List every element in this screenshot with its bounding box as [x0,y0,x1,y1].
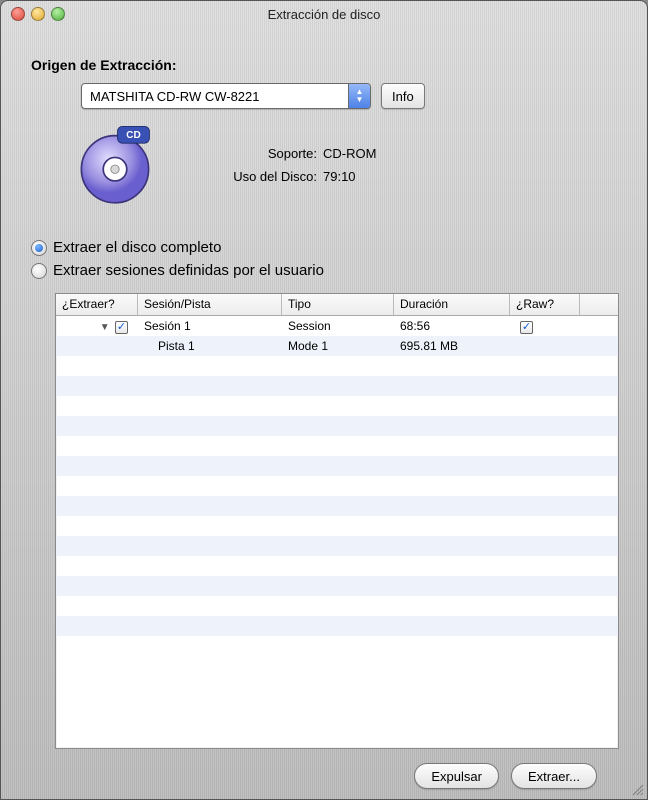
usage-label: Uso del Disco: [197,169,317,184]
table-row-empty [56,376,618,396]
window-title: Extracción de disco [9,7,639,22]
th-session[interactable]: Sesión/Pista [138,294,282,315]
radio-user-sessions[interactable]: Extraer sesiones definidas por el usuari… [31,262,617,279]
table-row-empty [56,556,618,576]
zoom-button[interactable] [51,7,65,21]
radio-user-label: Extraer sesiones definidas por el usuari… [53,262,324,279]
table-row-empty [56,456,618,476]
table-row[interactable]: ▼ ✓ Sesión 1Session68:56 ✓ [56,316,618,336]
support-label: Soporte: [197,146,317,161]
th-raw[interactable]: ¿Raw? [510,294,580,315]
table-row[interactable]: Pista 1Mode 1695.81 MB [56,336,618,356]
table-row-empty [56,416,618,436]
usage-value: 79:10 [323,169,356,184]
minimize-button[interactable] [31,7,45,21]
media-info: Soporte: CD-ROM Uso del Disco: 79:10 [197,146,376,184]
support-value: CD-ROM [323,146,376,161]
disclosure-triangle-icon[interactable]: ▼ [100,322,110,333]
cell-type: Session [282,319,394,333]
sessions-table: ¿Extraer? Sesión/Pista Tipo Duración ¿Ra… [55,293,619,749]
cd-icon: CD [73,123,157,207]
traffic-lights [11,7,65,21]
source-section-label: Origen de Extracción: [31,57,617,73]
table-row-empty [56,396,618,416]
th-duration[interactable]: Duración [394,294,510,315]
table-row-empty [56,616,618,636]
table-row-empty [56,496,618,516]
table-header: ¿Extraer? Sesión/Pista Tipo Duración ¿Ra… [56,294,618,316]
extract-mode-radios: Extraer el disco completo Extraer sesion… [31,239,617,279]
close-button[interactable] [11,7,25,21]
svg-text:CD: CD [126,130,141,141]
table-row-empty [56,576,618,596]
table-row-empty [56,356,618,376]
cell-type: Mode 1 [282,339,394,353]
table-row-empty [56,476,618,496]
extract-button[interactable]: Extraer... [511,763,597,789]
window-frame: Extracción de disco Origen de Extracción… [0,0,648,800]
info-button[interactable]: Info [381,83,425,109]
radio-icon [31,263,47,279]
table-body: ▼ ✓ Sesión 1Session68:56 ✓ Pista 1Mode 1695… [56,316,618,748]
titlebar: Extracción de disco [1,1,647,27]
source-device-dropdown[interactable]: MATSHITA CD-RW CW-8221 ▲▼ [81,83,371,109]
resize-grip[interactable] [630,782,644,796]
dropdown-arrows-icon: ▲▼ [348,84,370,108]
extract-checkbox[interactable]: ✓ [115,321,128,334]
th-extract[interactable]: ¿Extraer? [56,294,138,315]
disc-info: CD Soporte: CD-ROM Uso del Disco: 79:10 [73,123,617,207]
radio-full-disc[interactable]: Extraer el disco completo [31,239,617,256]
th-type[interactable]: Tipo [282,294,394,315]
table-row-empty [56,536,618,556]
table-row-empty [56,516,618,536]
footer-buttons: Expulsar Extraer... [31,749,617,789]
cell-session: Sesión 1 [138,319,282,333]
cell-duration: 695.81 MB [394,339,510,353]
eject-button[interactable]: Expulsar [414,763,499,789]
radio-full-label: Extraer el disco completo [53,239,221,256]
th-filler [580,294,618,315]
table-row-empty [56,596,618,616]
table-row-empty [56,436,618,456]
radio-icon [31,240,47,256]
source-row: MATSHITA CD-RW CW-8221 ▲▼ Info [81,83,617,109]
source-device-value: MATSHITA CD-RW CW-8221 [82,89,348,104]
cell-session: Pista 1 [138,339,282,353]
raw-checkbox[interactable]: ✓ [520,321,533,334]
content-area: Origen de Extracción: MATSHITA CD-RW CW-… [1,27,647,799]
cell-duration: 68:56 [394,319,510,333]
